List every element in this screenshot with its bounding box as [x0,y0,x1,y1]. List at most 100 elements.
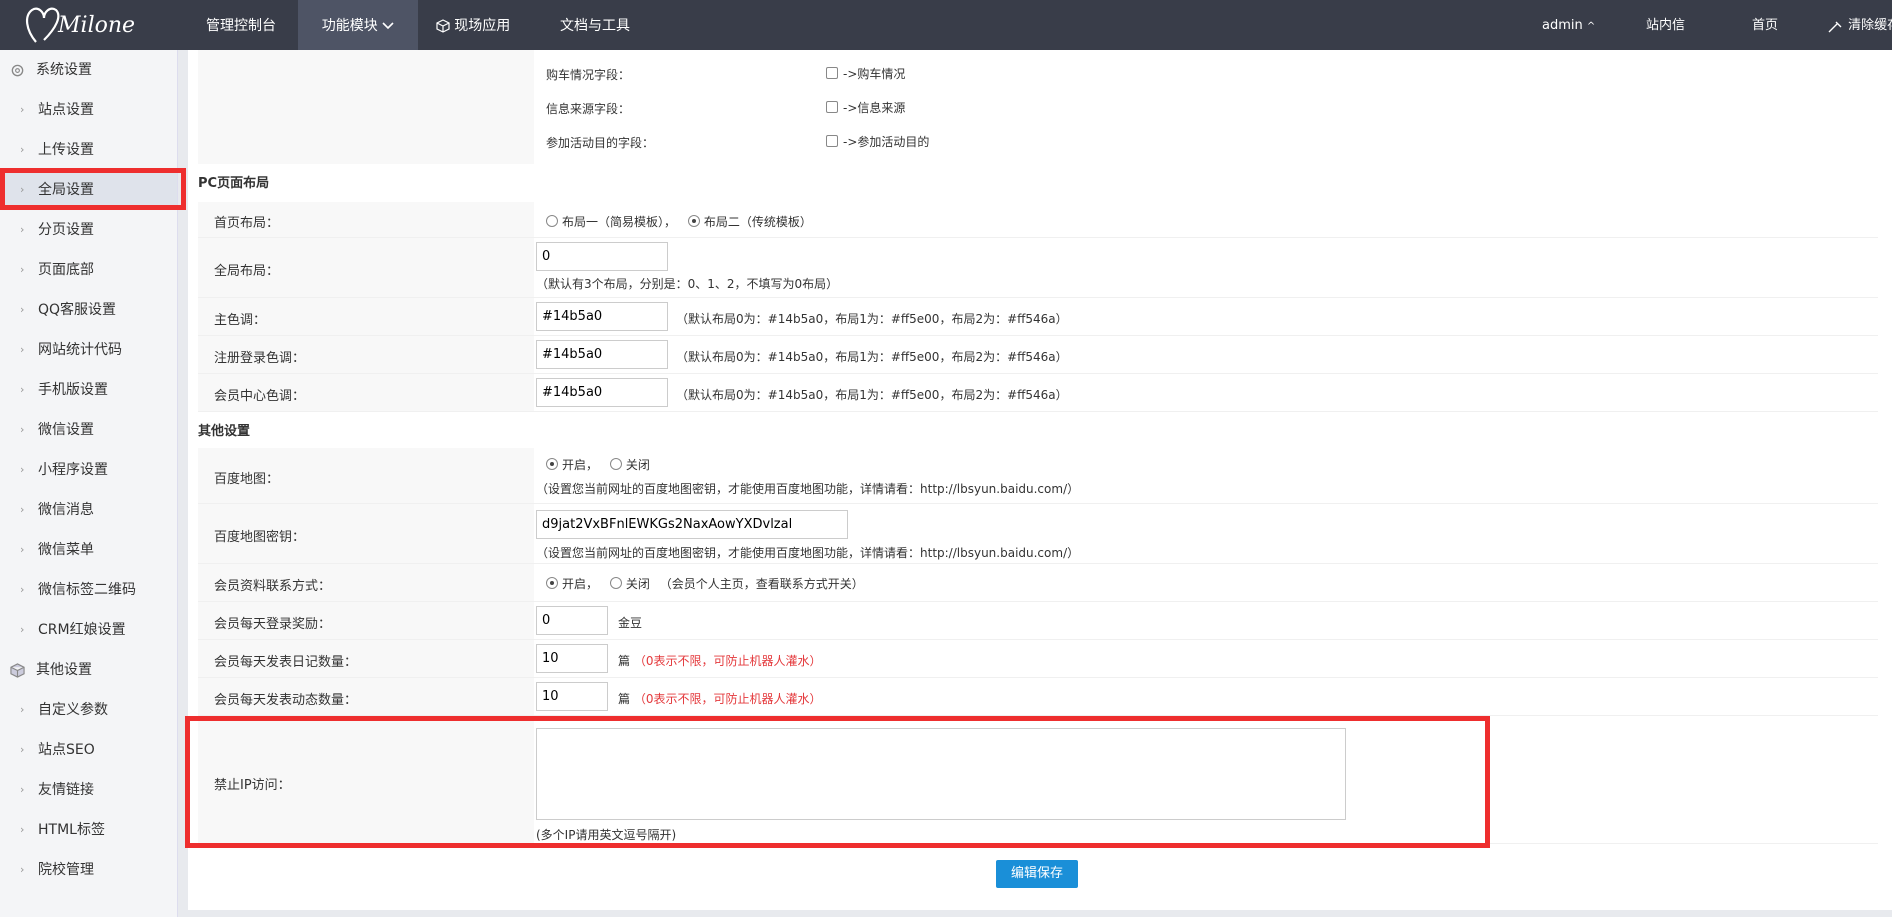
sidebar-item-wechat-qrcode[interactable]: › 微信标签二维码 [0,570,177,610]
user-name: admin [1542,18,1583,33]
reg-color-input[interactable]: #14b5a0 [536,340,668,369]
sidebar-item-schools[interactable]: › 院校管理 [0,850,177,890]
nav-function-modules[interactable]: 功能模块 [298,0,418,50]
sidebar-item-html-tags[interactable]: › HTML标签 [0,810,177,850]
dynamic-limit-row: 会员每天发表动态数量： 10 篇 （0表示不限，可防止机器人灌水） [198,678,1878,716]
login-reward-input[interactable]: 0 [536,606,608,635]
sidebar-item-stats[interactable]: › 网站统计代码 [0,330,177,370]
chevron-right-icon: › [20,543,25,556]
member-color-row: 会员中心色调： #14b5a0 （默认布局0为：#14b5a0，布局1为：#ff… [198,374,1878,412]
diary-limit-input[interactable]: 10 [536,644,608,673]
label-cell: 全局布局： [198,238,534,297]
activity-checkbox[interactable]: ->参加活动目的 [826,133,929,150]
sidebar-item-paging[interactable]: › 分页设置 [0,210,177,250]
radio-contact-off[interactable] [609,577,622,589]
label-cell [198,50,534,164]
nav-docs-tools[interactable]: 文档与工具 [540,0,650,50]
sidebar-item-footer[interactable]: › 页面底部 [0,250,177,290]
sidebar-item-wechat[interactable]: › 微信设置 [0,410,177,450]
label-cell: 会员每天发表日记数量： [198,640,534,677]
clear-cache-button[interactable]: 清除缓存 [1828,0,1892,50]
chevron-right-icon: › [20,423,25,436]
baidu-map-radios: 开启， 关闭 [546,456,650,473]
sidebar-item-label: 站点设置 [38,102,94,118]
radio-label: 布局一（简易模板）， [562,215,677,229]
dynamic-limit-input[interactable]: 10 [536,682,608,711]
radio-label: 开启， [562,577,599,591]
sidebar-item-label: 微信菜单 [38,542,94,558]
sidebar-item-seo[interactable]: › 站点SEO [0,730,177,770]
sidebar-group-system[interactable]: 系统设置 [0,50,177,90]
baidu-key-input[interactable]: d9jat2VxBFnlEWKGs2NaxAowYXDvlzal [536,510,848,539]
home-layout-label: 首页布局： [214,216,280,231]
label-cell: 首页布局： [198,202,534,237]
member-color-input[interactable]: #14b5a0 [536,378,668,407]
link-messages[interactable]: 站内信 [1646,0,1685,50]
chevron-down-icon [382,22,394,30]
sidebar-group-other[interactable]: 其他设置 [0,650,177,690]
radio-layout2[interactable] [687,215,700,227]
car-checkbox[interactable]: ->购车情况 [826,65,905,82]
chevron-right-icon: › [20,383,25,396]
nav-console[interactable]: 管理控制台 [184,0,298,50]
checkbox[interactable] [826,101,838,113]
sidebar-item-mobile[interactable]: › 手机版设置 [0,370,177,410]
sidebar-item-label: CRM红娘设置 [38,622,126,638]
sidebar-item-upload[interactable]: › 上传设置 [0,130,177,170]
save-button[interactable]: 编辑保存 [996,860,1078,888]
sidebar-item-qq[interactable]: › QQ客服设置 [0,290,177,330]
radio-label: 关闭 [625,577,650,591]
nav-function-modules-label: 功能模块 [321,18,378,34]
label-cell: 百度地图： [198,448,534,503]
reg-color-label: 注册登录色调： [214,351,306,366]
main-color-label: 主色调： [214,313,267,328]
checkbox[interactable] [826,135,838,147]
chevron-right-icon: › [20,823,25,836]
diary-limit-unit-hint: 篇 （0表示不限，可防止机器人灌水） [618,652,821,669]
user-menu[interactable]: admin ^ [1542,0,1595,50]
label-cell: 会员中心色调： [198,374,534,411]
diary-limit-hint: （0表示不限，可防止机器人灌水） [633,654,822,668]
chevron-right-icon: › [20,743,25,756]
sidebar-item-label: 手机版设置 [38,382,108,398]
sidebar-item-wechat-menu[interactable]: › 微信菜单 [0,530,177,570]
label-cell: 会员每天发表动态数量： [198,678,534,715]
sidebar-item-crm[interactable]: › CRM红娘设置 [0,610,177,650]
nav-live-apps[interactable]: 现场应用 [418,0,528,50]
label-cell: 会员资料联系方式： [198,564,534,601]
caret-up-icon: ^ [1586,21,1596,32]
radio-contact-on[interactable] [546,577,558,589]
gear-icon [11,64,24,77]
diary-limit-label: 会员每天发表日记数量： [214,655,358,670]
logo[interactable]: Milone [22,2,172,48]
sidebar-item-label: 站点SEO [38,742,95,758]
chevron-right-icon: › [20,463,25,476]
link-home[interactable]: 首页 [1752,0,1778,50]
dynamic-limit-unit: 篇 [618,692,631,706]
sidebar-item-label: 微信标签二维码 [38,582,136,598]
chevron-right-icon: › [20,143,25,156]
contact-row: 会员资料联系方式： 开启， 关闭 （会员个人主页，查看联系方式开关） [198,564,1878,602]
baidu-map-row: 百度地图： 开启， 关闭 （设置您当前网址的百度地图密钥，才能使用百度地图功能，… [198,448,1878,504]
radio-map-on[interactable] [546,458,558,470]
chevron-right-icon: › [20,503,25,516]
radio-map-off[interactable] [609,458,622,470]
sidebar-item-miniprogram[interactable]: › 小程序设置 [0,450,177,490]
sidebar-item-site[interactable]: › 站点设置 [0,90,177,130]
sidebar-item-wechat-msg[interactable]: › 微信消息 [0,490,177,530]
label-cell: 百度地图密钥： [198,504,534,563]
global-layout-row: 全局布局： 0 （默认有3个布局，分别是：0、1、2，不填写为0布局） [198,238,1878,298]
chevron-right-icon: › [20,103,25,116]
sidebar-item-links[interactable]: › 友情链接 [0,770,177,810]
checkbox[interactable] [826,67,838,79]
sidebar-item-label: 微信消息 [38,502,94,518]
source-checkbox[interactable]: ->信息来源 [826,99,905,116]
clear-cache-label: 清除缓存 [1848,18,1892,33]
main-color-input[interactable]: #14b5a0 [536,302,668,331]
sidebar-item-custom-params[interactable]: › 自定义参数 [0,690,177,730]
global-layout-input[interactable]: 0 [536,242,668,271]
login-reward-unit: 金豆 [618,616,643,630]
diary-limit-row: 会员每天发表日记数量： 10 篇 （0表示不限，可防止机器人灌水） [198,640,1878,678]
radio-layout1[interactable] [546,215,558,227]
sidebar-item-label: 自定义参数 [38,702,108,718]
